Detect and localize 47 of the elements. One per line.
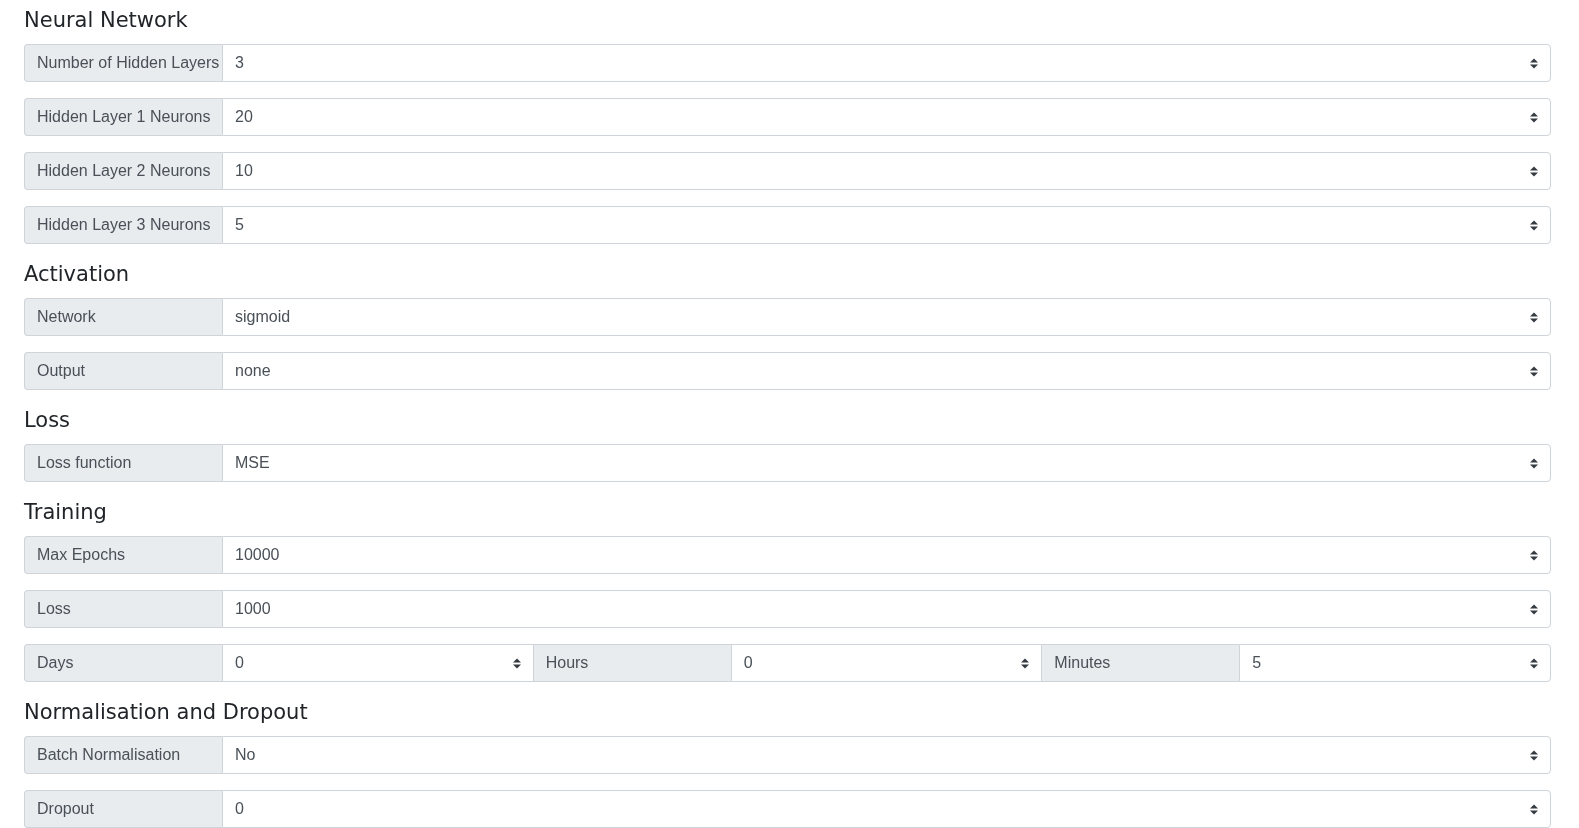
field-label: Hours [532, 644, 731, 682]
select-field[interactable]: No [222, 736, 1551, 774]
field-label: Max Epochs [24, 536, 222, 574]
field-label: Days [24, 644, 222, 682]
field-label: Hidden Layer 1 Neurons [24, 98, 222, 136]
field-label: Hidden Layer 2 Neurons [24, 152, 222, 190]
field-label: Hidden Layer 3 Neurons [24, 206, 222, 244]
select-field[interactable]: 20 [222, 98, 1551, 136]
up-down-caret-icon [1530, 219, 1538, 231]
field-label: Batch Normalisation [24, 736, 222, 774]
select-field[interactable]: 3 [222, 44, 1551, 82]
select-field[interactable]: 10000 [222, 536, 1551, 574]
field-label: Number of Hidden Layers [24, 44, 222, 82]
select-field[interactable]: sigmoid [222, 298, 1551, 336]
up-down-caret-icon [1530, 365, 1538, 377]
up-down-caret-icon [1530, 549, 1538, 561]
field-label: Output [24, 352, 222, 390]
select-field[interactable]: 1000 [222, 590, 1551, 628]
field-label: Minutes [1041, 644, 1240, 682]
select-field[interactable]: 5 [222, 206, 1551, 244]
up-down-caret-icon [1530, 311, 1538, 323]
select-field[interactable]: MSE [222, 444, 1551, 482]
select-field[interactable]: 10 [222, 152, 1551, 190]
select-field[interactable]: 0 [222, 644, 533, 682]
section-heading: Training [24, 499, 108, 526]
up-down-caret-icon [1530, 603, 1538, 615]
up-down-caret-icon [512, 657, 521, 669]
select-field[interactable]: 0 [222, 790, 1551, 828]
select-field[interactable]: 0 [730, 644, 1042, 682]
up-down-caret-icon [1530, 803, 1538, 815]
up-down-caret-icon [1530, 457, 1538, 469]
field-label: Network [24, 298, 222, 336]
select-field[interactable]: 5 [1239, 644, 1551, 682]
up-down-caret-icon [1021, 657, 1030, 669]
section-heading: Neural Network [24, 7, 189, 34]
up-down-caret-icon [1530, 657, 1538, 669]
field-label: Loss [24, 590, 222, 628]
up-down-caret-icon [1530, 57, 1538, 69]
section-heading: Activation [24, 261, 131, 288]
section-heading: Loss [24, 407, 72, 434]
section-heading: Normalisation and Dropout [24, 699, 309, 726]
up-down-caret-icon [1530, 749, 1538, 761]
up-down-caret-icon [1530, 111, 1538, 123]
field-label: Loss function [24, 444, 222, 482]
field-label: Dropout [24, 790, 222, 828]
select-field[interactable]: none [222, 352, 1551, 390]
up-down-caret-icon [1530, 165, 1538, 177]
